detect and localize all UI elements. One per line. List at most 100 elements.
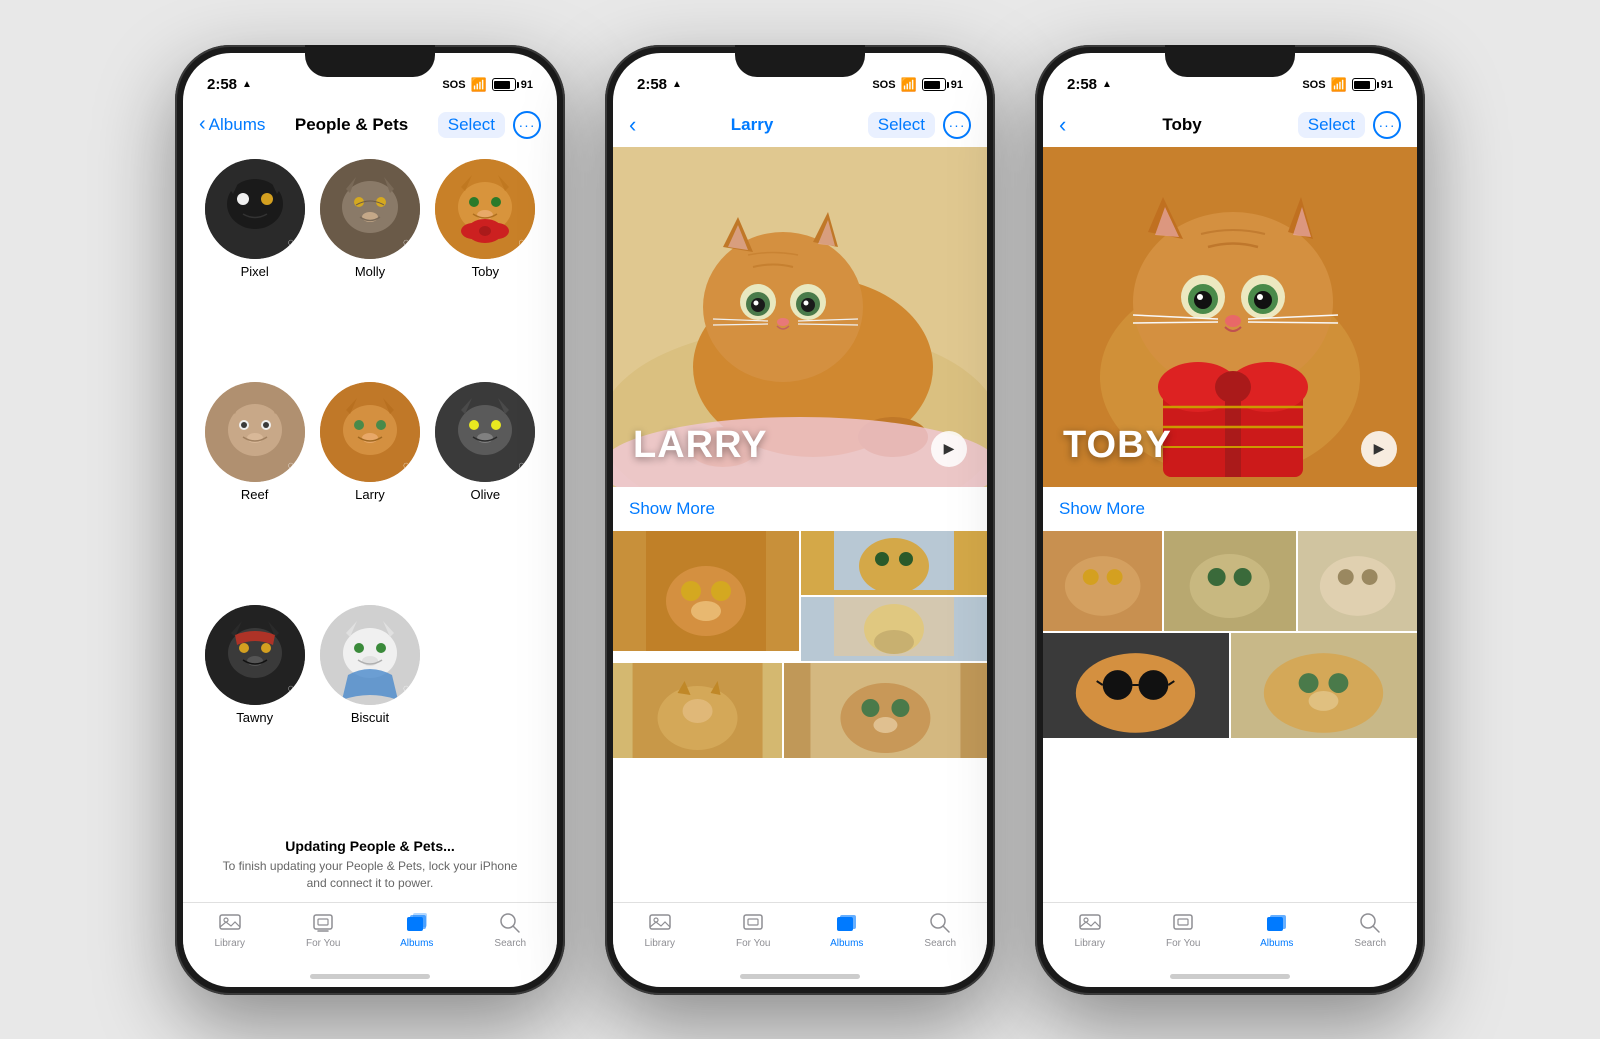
photo-cell-3[interactable] (1298, 531, 1417, 631)
back-button[interactable]: ‹ (1059, 112, 1066, 138)
tab-albums[interactable]: Albums (370, 911, 464, 949)
photo-grid (613, 531, 987, 902)
more-button[interactable]: ··· (513, 111, 541, 139)
nav-title: Toby (1066, 115, 1297, 135)
person-pixel[interactable]: ♡ Pixel (203, 159, 306, 370)
location-icon: ▲ (242, 79, 252, 90)
tab-search[interactable]: Search (894, 911, 988, 949)
photo-cell-4[interactable] (613, 663, 782, 758)
tab-label-albums: Albums (830, 938, 863, 949)
show-more-button[interactable]: Show More (1059, 499, 1145, 518)
photo-cell-1[interactable] (1043, 531, 1162, 631)
notch (1165, 45, 1295, 77)
status-icons: SOS 📶 91 (1302, 77, 1393, 93)
heart-reef: ♡ (287, 460, 300, 477)
for-you-icon (741, 911, 765, 935)
person-biscuit[interactable]: ♡ Biscuit (318, 605, 421, 816)
tab-albums[interactable]: Albums (800, 911, 894, 949)
person-name-pixel: Pixel (241, 264, 269, 279)
photo-cell-5[interactable] (1231, 633, 1417, 738)
nav-actions: Select ··· (1298, 111, 1401, 139)
tab-library[interactable]: Library (1043, 911, 1137, 949)
select-button[interactable]: Select (1298, 112, 1365, 138)
people-grid: ♡ Pixel (183, 147, 557, 828)
tab-label-library: Library (644, 938, 675, 949)
avatar-tawny: ♡ (205, 605, 305, 705)
home-indicator (1170, 974, 1290, 979)
screen-content: TOBY ▶ Show More (1043, 147, 1417, 902)
photo-cell-3[interactable] (801, 597, 987, 661)
person-molly[interactable]: ♡ Molly (318, 159, 421, 370)
person-larry[interactable]: ♡ Larry (318, 382, 421, 593)
avatar-larry: ♡ (320, 382, 420, 482)
nav-bar: ‹ Toby Select ··· (1043, 103, 1417, 147)
select-button[interactable]: Select (868, 112, 935, 138)
person-olive[interactable]: ♡ Olive (434, 382, 537, 593)
tab-for-you[interactable]: For You (707, 911, 801, 949)
library-icon (218, 911, 242, 935)
wifi-icon: 📶 (1331, 77, 1347, 93)
larry-hero: LARRY ▶ (613, 147, 987, 487)
home-indicator (310, 974, 430, 979)
nav-title: Larry (636, 115, 867, 135)
tab-library[interactable]: Library (183, 911, 277, 949)
albums-icon (405, 911, 429, 935)
photo-row-2 (1043, 633, 1417, 738)
larry-hero-name: LARRY (633, 424, 767, 467)
photo-cell-1[interactable] (613, 531, 799, 651)
avatar-pixel: ♡ (205, 159, 305, 259)
battery-icon (1352, 78, 1376, 91)
avatar-olive: ♡ (435, 382, 535, 482)
notch (305, 45, 435, 77)
photo-cell-5[interactable] (784, 663, 987, 758)
tab-for-you[interactable]: For You (1137, 911, 1231, 949)
heart-molly: ♡ (402, 237, 415, 254)
updating-status: Updating People & Pets... To finish upda… (183, 828, 557, 902)
select-button[interactable]: Select (438, 112, 505, 138)
more-button[interactable]: ··· (943, 111, 971, 139)
library-icon (648, 911, 672, 935)
updating-title: Updating People & Pets... (213, 838, 527, 854)
back-button[interactable]: ‹ (629, 112, 636, 138)
wifi-icon: 📶 (471, 77, 487, 93)
photo-cell-4[interactable] (1043, 633, 1229, 738)
photo-cell-2[interactable] (1164, 531, 1295, 631)
avatar-reef: ♡ (205, 382, 305, 482)
tab-for-you[interactable]: For You (277, 911, 371, 949)
play-button[interactable]: ▶ (931, 431, 967, 467)
home-indicator (740, 974, 860, 979)
status-time: 2:58 ▲ (637, 76, 682, 93)
person-name-reef: Reef (241, 487, 268, 502)
person-toby[interactable]: ♡ Toby (434, 159, 537, 370)
heart-toby: ♡ (518, 237, 531, 254)
battery-label: 91 (521, 79, 533, 91)
back-button[interactable]: ‹ Albums (199, 113, 265, 136)
tab-search[interactable]: Search (464, 911, 558, 949)
tab-albums[interactable]: Albums (1230, 911, 1324, 949)
avatar-molly: ♡ (320, 159, 420, 259)
photo-cell-2[interactable] (801, 531, 987, 595)
phones-container: 2:58 ▲ SOS 📶 91 ‹ Albums Peopl (155, 25, 1445, 1015)
photo-row-1 (1043, 531, 1417, 631)
tab-search[interactable]: Search (1324, 911, 1418, 949)
phone-screen: 2:58 ▲ SOS 📶 91 ‹ Albums Peopl (183, 53, 557, 987)
play-button[interactable]: ▶ (1361, 431, 1397, 467)
person-name-larry: Larry (355, 487, 385, 502)
more-button[interactable]: ··· (1373, 111, 1401, 139)
person-tawny[interactable]: ♡ Tawny (203, 605, 306, 816)
battery-icon (492, 78, 516, 91)
for-you-icon (311, 911, 335, 935)
avatar-biscuit: ♡ (320, 605, 420, 705)
screen-content: LARRY ▶ Show More (613, 147, 987, 902)
person-name-biscuit: Biscuit (351, 710, 389, 725)
phone-toby: 2:58 ▲ SOS 📶 91 ‹ Toby (1035, 45, 1425, 995)
tab-library[interactable]: Library (613, 911, 707, 949)
person-reef[interactable]: ♡ Reef (203, 382, 306, 593)
show-more-button[interactable]: Show More (629, 499, 715, 518)
albums-icon (1265, 911, 1289, 935)
for-you-icon (1171, 911, 1195, 935)
person-name-olive: Olive (471, 487, 501, 502)
tab-label-search: Search (1354, 938, 1386, 949)
search-icon-tab (1358, 911, 1382, 935)
person-name-molly: Molly (355, 264, 385, 279)
